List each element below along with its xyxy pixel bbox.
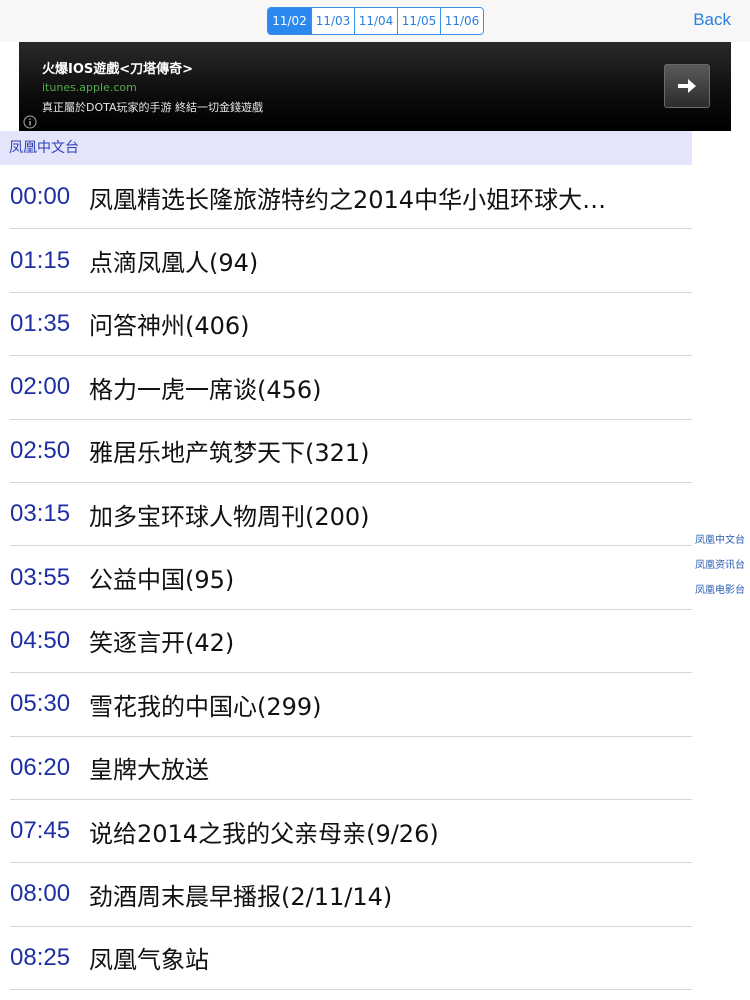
back-button[interactable]: Back — [693, 10, 731, 30]
ad-title: 火爆IOS遊戲<刀塔傳奇> — [42, 62, 194, 77]
program-item[interactable]: 03:55 公益中国(95) — [10, 546, 692, 610]
program-time: 08:25 — [10, 943, 71, 971]
ad-description: 真正屬於DOTA玩家的手游 終結一切金錢遊戲 — [42, 101, 264, 114]
program-title: 加多宝环球人物周刊(200) — [89, 502, 370, 531]
program-time: 06:20 — [10, 753, 71, 781]
program-time: 03:15 — [10, 500, 71, 528]
program-time: 05:30 — [10, 690, 71, 718]
program-item[interactable]: 03:15 加多宝环球人物周刊(200) — [10, 483, 692, 547]
program-time: 02:00 — [10, 373, 71, 401]
program-title: 凤凰气象站 — [89, 946, 209, 975]
program-title: 劲酒周末晨早播报(2/11/14) — [89, 882, 393, 911]
program-item[interactable]: 04:50 笑逐言开(42) — [10, 610, 692, 674]
program-item[interactable]: 07:45 说给2014之我的父亲母亲(9/26) — [10, 800, 692, 864]
program-title: 格力一虎一席谈(456) — [89, 375, 322, 404]
side-channel-phoenix-movie[interactable]: 凤凰电影台 — [695, 584, 750, 609]
program-time: 01:35 — [10, 309, 71, 337]
program-time: 08:00 — [10, 880, 71, 908]
program-item[interactable]: 00:00 凤凰精选长隆旅游特约之2014中华小姐环球大… — [10, 166, 692, 230]
top-bar: 11/02 11/03 11/04 11/05 11/06 Back — [0, 0, 750, 42]
date-tab-1106[interactable]: 11/06 — [440, 8, 483, 34]
program-title: 说给2014之我的父亲母亲(9/26) — [89, 819, 439, 848]
program-time: 03:55 — [10, 563, 71, 591]
date-tab-1104[interactable]: 11/04 — [354, 8, 397, 34]
program-item[interactable]: 02:50 雅居乐地产筑梦天下(321) — [10, 420, 692, 483]
program-item[interactable]: 02:00 格力一虎一席谈(456) — [10, 356, 692, 420]
program-title: 雅居乐地产筑梦天下(321) — [89, 439, 370, 468]
ad-banner[interactable]: 火爆IOS遊戲<刀塔傳奇> itunes.apple.com 真正屬於DOTA玩… — [19, 42, 731, 131]
channel-header: 凤凰中文台 — [0, 131, 692, 165]
arrow-right-icon — [678, 79, 696, 93]
side-channel-phoenix-info[interactable]: 凤凰资讯台 — [695, 559, 750, 584]
program-title: 笑逐言开(42) — [89, 629, 235, 658]
program-time: 04:50 — [10, 626, 71, 654]
program-item[interactable]: 08:00 劲酒周末晨早播报(2/11/14) — [10, 863, 692, 927]
program-item[interactable]: 01:15 点滴凤凰人(94) — [10, 229, 692, 293]
program-item[interactable]: 06:20 皇牌大放送 — [10, 737, 692, 800]
program-time: 07:45 — [10, 817, 71, 845]
info-icon[interactable] — [23, 115, 37, 129]
date-tab-1105[interactable]: 11/05 — [397, 8, 440, 34]
program-title: 皇牌大放送 — [89, 756, 209, 785]
program-time: 02:50 — [10, 436, 71, 464]
side-channel-phoenix-chinese[interactable]: 凤凰中文台 — [695, 534, 750, 559]
date-tab-1103[interactable]: 11/03 — [311, 8, 354, 34]
program-item[interactable]: 01:35 问答神州(406) — [10, 293, 692, 357]
date-tab-1102[interactable]: 11/02 — [268, 8, 311, 34]
program-item[interactable]: 05:30 雪花我的中国心(299) — [10, 673, 692, 737]
program-title: 公益中国(95) — [89, 566, 235, 595]
program-title: 问答神州(406) — [89, 312, 250, 341]
program-time: 00:00 — [10, 183, 71, 211]
program-title: 凤凰精选长隆旅游特约之2014中华小姐环球大… — [89, 185, 607, 214]
program-title: 点滴凤凰人(94) — [89, 249, 259, 278]
program-time: 01:15 — [10, 246, 71, 274]
program-item[interactable]: 08:25 凤凰气象站 — [10, 927, 692, 991]
side-channel-list: 凤凰中文台 凤凰资讯台 凤凰电影台 — [695, 534, 750, 609]
date-tabs: 11/02 11/03 11/04 11/05 11/06 — [267, 7, 484, 35]
ad-open-button[interactable] — [664, 64, 710, 108]
program-title: 雪花我的中国心(299) — [89, 692, 322, 721]
page: 11/02 11/03 11/04 11/05 11/06 Back 火爆IOS… — [0, 0, 750, 1000]
program-list: 00:00 凤凰精选长隆旅游特约之2014中华小姐环球大… 01:15 点滴凤凰… — [10, 166, 692, 991]
ad-url: itunes.apple.com — [42, 81, 137, 94]
